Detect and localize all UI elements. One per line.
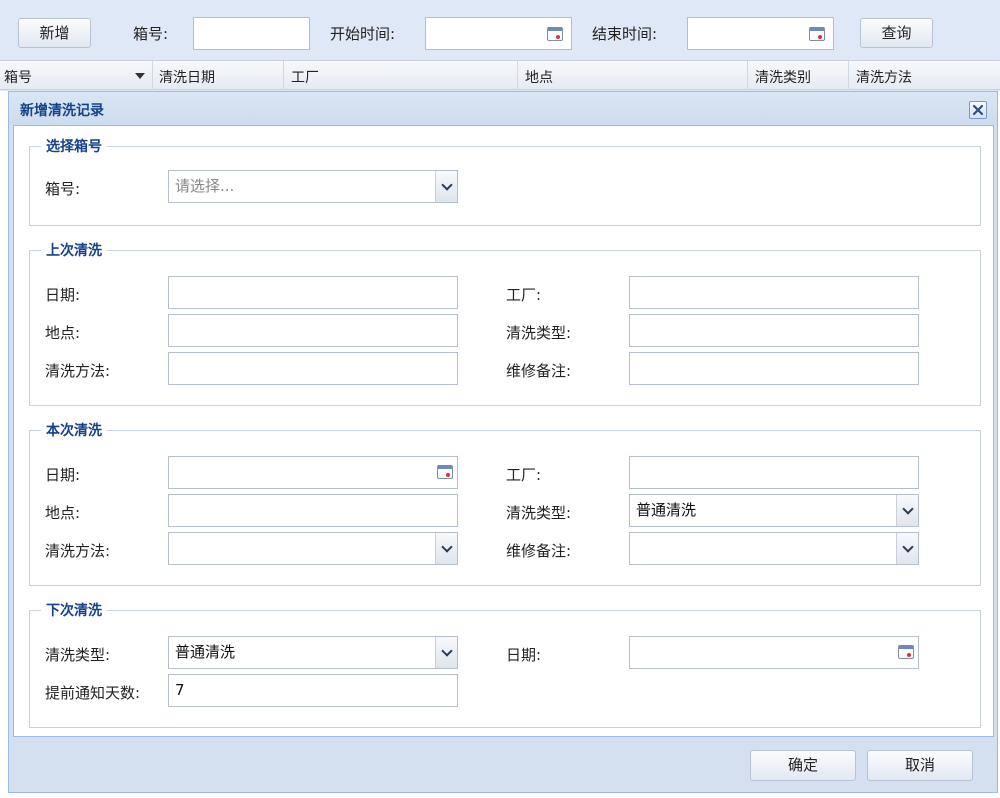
column-header[interactable]: 工厂 (291, 67, 319, 87)
box-number-dropdown-trigger[interactable] (435, 171, 457, 202)
current-location-label: 地点: (45, 504, 81, 522)
chevron-down-icon (440, 540, 453, 553)
start-time-label: 开始时间: (330, 25, 396, 43)
grid-header: 箱号 清洗日期 工厂 地点 清洗类别 清洗方法 (0, 60, 1000, 90)
box-number-select[interactable]: 请选择... (168, 170, 458, 203)
column-header[interactable]: 清洗类别 (755, 67, 811, 87)
last-repair-field[interactable] (629, 352, 919, 385)
last-location-field[interactable] (168, 314, 458, 347)
next-clean-type-value: 普通清洗 (175, 643, 236, 661)
column-header[interactable]: 清洗方法 (856, 67, 912, 87)
current-repair-label: 维修备注: (506, 542, 572, 560)
current-clean-type-label: 清洗类型: (506, 504, 572, 522)
box-number-placeholder: 请选择... (175, 177, 235, 195)
next-date-field[interactable] (629, 636, 919, 669)
calendar-icon[interactable] (898, 645, 914, 659)
current-clean-type-dropdown-trigger[interactable] (896, 495, 918, 526)
notify-days-value: 7 (175, 681, 185, 699)
current-clean-type-value: 普通清洗 (636, 501, 697, 519)
notify-days-label: 提前通知天数: (45, 684, 141, 702)
calendar-icon[interactable] (547, 27, 563, 41)
last-date-field[interactable] (168, 276, 458, 309)
current-method-label: 清洗方法: (45, 542, 111, 560)
add-button[interactable]: 新增 (18, 18, 91, 48)
current-date-field[interactable] (168, 456, 458, 489)
last-clean-type-field[interactable] (629, 314, 919, 347)
select-box-legend: 选择箱号 (41, 136, 107, 156)
current-repair-select[interactable] (629, 532, 919, 565)
next-date-label: 日期: (506, 646, 542, 664)
current-factory-field[interactable] (629, 456, 919, 489)
query-button[interactable]: 查询 (860, 18, 933, 48)
last-method-label: 清洗方法: (45, 362, 111, 380)
last-factory-label: 工厂: (506, 286, 542, 304)
last-location-label: 地点: (45, 324, 81, 342)
close-button[interactable] (969, 101, 987, 119)
notify-days-input[interactable]: 7 (168, 674, 458, 707)
next-cleaning-fieldset (29, 610, 981, 728)
dialog-title: 新增清洗记录 (20, 103, 104, 119)
column-header[interactable]: 箱号 (4, 67, 32, 87)
next-clean-type-dropdown-trigger[interactable] (435, 637, 457, 668)
column-divider (848, 61, 849, 90)
current-method-select[interactable] (168, 532, 458, 565)
column-divider (517, 61, 518, 90)
chevron-down-icon (901, 502, 914, 515)
next-cleaning-legend: 下次清洗 (41, 600, 107, 620)
next-clean-type-label: 清洗类型: (45, 646, 111, 664)
column-header[interactable]: 地点 (525, 67, 553, 87)
end-time-label: 结束时间: (592, 25, 658, 43)
close-icon[interactable] (970, 102, 986, 118)
current-clean-type-select[interactable]: 普通清洗 (629, 494, 919, 527)
box-number-input[interactable] (193, 17, 310, 50)
next-clean-type-select[interactable]: 普通清洗 (168, 636, 458, 669)
ok-button[interactable]: 确定 (750, 750, 856, 781)
column-divider (152, 61, 153, 90)
box-number-label: 箱号: (133, 25, 169, 43)
current-location-field[interactable] (168, 494, 458, 527)
last-clean-type-label: 清洗类型: (506, 324, 572, 342)
column-divider (747, 61, 748, 90)
chevron-down-icon (440, 178, 453, 191)
last-date-label: 日期: (45, 286, 81, 304)
chevron-down-icon (440, 644, 453, 657)
chevron-down-icon (901, 540, 914, 553)
last-cleaning-legend: 上次清洗 (41, 240, 107, 260)
cancel-button[interactable]: 取消 (867, 750, 973, 781)
box-number-label: 箱号: (45, 180, 81, 198)
calendar-icon[interactable] (809, 27, 825, 41)
last-repair-label: 维修备注: (506, 362, 572, 380)
current-cleaning-legend: 本次清洗 (41, 420, 107, 440)
dialog-body: 选择箱号 箱号: 请选择... 上次清洗 日期: 工厂: 地点: 清洗类型: 清… (13, 125, 994, 737)
new-cleaning-dialog: 新增清洗记录 选择箱号 箱号: 请选择... 上次清洗 日期: 工厂: 地点: … (8, 91, 998, 793)
last-method-field[interactable] (168, 352, 458, 385)
column-divider (283, 61, 284, 90)
current-method-dropdown-trigger[interactable] (435, 533, 457, 564)
column-header[interactable]: 清洗日期 (159, 67, 215, 87)
end-time-input[interactable] (687, 17, 834, 50)
current-date-label: 日期: (45, 466, 81, 484)
sort-arrow-icon[interactable] (135, 73, 145, 79)
last-factory-field[interactable] (629, 276, 919, 309)
dialog-header: 新增清洗记录 (9, 92, 997, 125)
start-time-input[interactable] (425, 17, 572, 50)
current-repair-dropdown-trigger[interactable] (896, 533, 918, 564)
calendar-icon[interactable] (437, 465, 453, 479)
current-factory-label: 工厂: (506, 466, 542, 484)
